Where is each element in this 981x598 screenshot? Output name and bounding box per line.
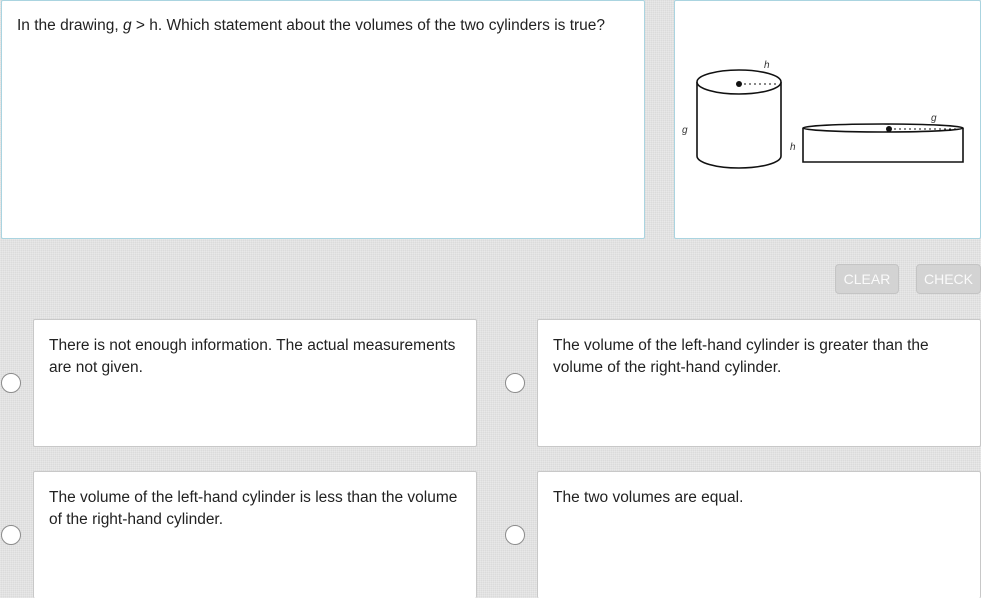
figure-panel: h g g h [674,0,981,239]
answer-choice-b[interactable]: The volume of the left-hand cylinder is … [537,319,981,447]
question-panel: In the drawing, g > h. Which statement a… [1,0,645,239]
choice-b-text: The volume of the left-hand cylinder is … [553,337,929,376]
left-cylinder-radius-label: h [764,60,770,71]
question-prefix: In the drawing, [17,17,123,34]
choice-a-text: There is not enough information. The act… [49,337,456,376]
choice-c-text: The volume of the left-hand cylinder is … [49,489,458,528]
choice-d-text: The two volumes are equal. [553,489,744,506]
clear-button[interactable]: CLEAR [835,264,899,294]
right-cylinder-center-dot [886,126,892,132]
answer-choice-a[interactable]: There is not enough information. The act… [33,319,477,447]
answer-choice-c[interactable]: The volume of the left-hand cylinder is … [33,471,477,598]
left-cylinder-center-dot [736,81,742,87]
cylinders-figure: h g g h [682,60,964,169]
choice-radio-c[interactable] [1,525,21,545]
choice-radio-d[interactable] [505,525,525,545]
question-variable-g: g [122,17,132,34]
question-remainder: > h. Which statement about the volumes o… [131,17,606,34]
choice-radio-b[interactable] [505,373,525,393]
right-cylinder-radius-label: g [931,113,937,124]
right-cylinder [802,123,964,163]
check-button[interactable]: CHECK [916,264,981,294]
right-cylinder-height-label: h [790,142,796,153]
answer-choice-d[interactable]: The two volumes are equal. [537,471,981,598]
choice-radio-a[interactable] [1,373,21,393]
question-text: In the drawing, g > h. Which statement a… [17,17,605,35]
left-cylinder-height-label: g [682,125,688,136]
